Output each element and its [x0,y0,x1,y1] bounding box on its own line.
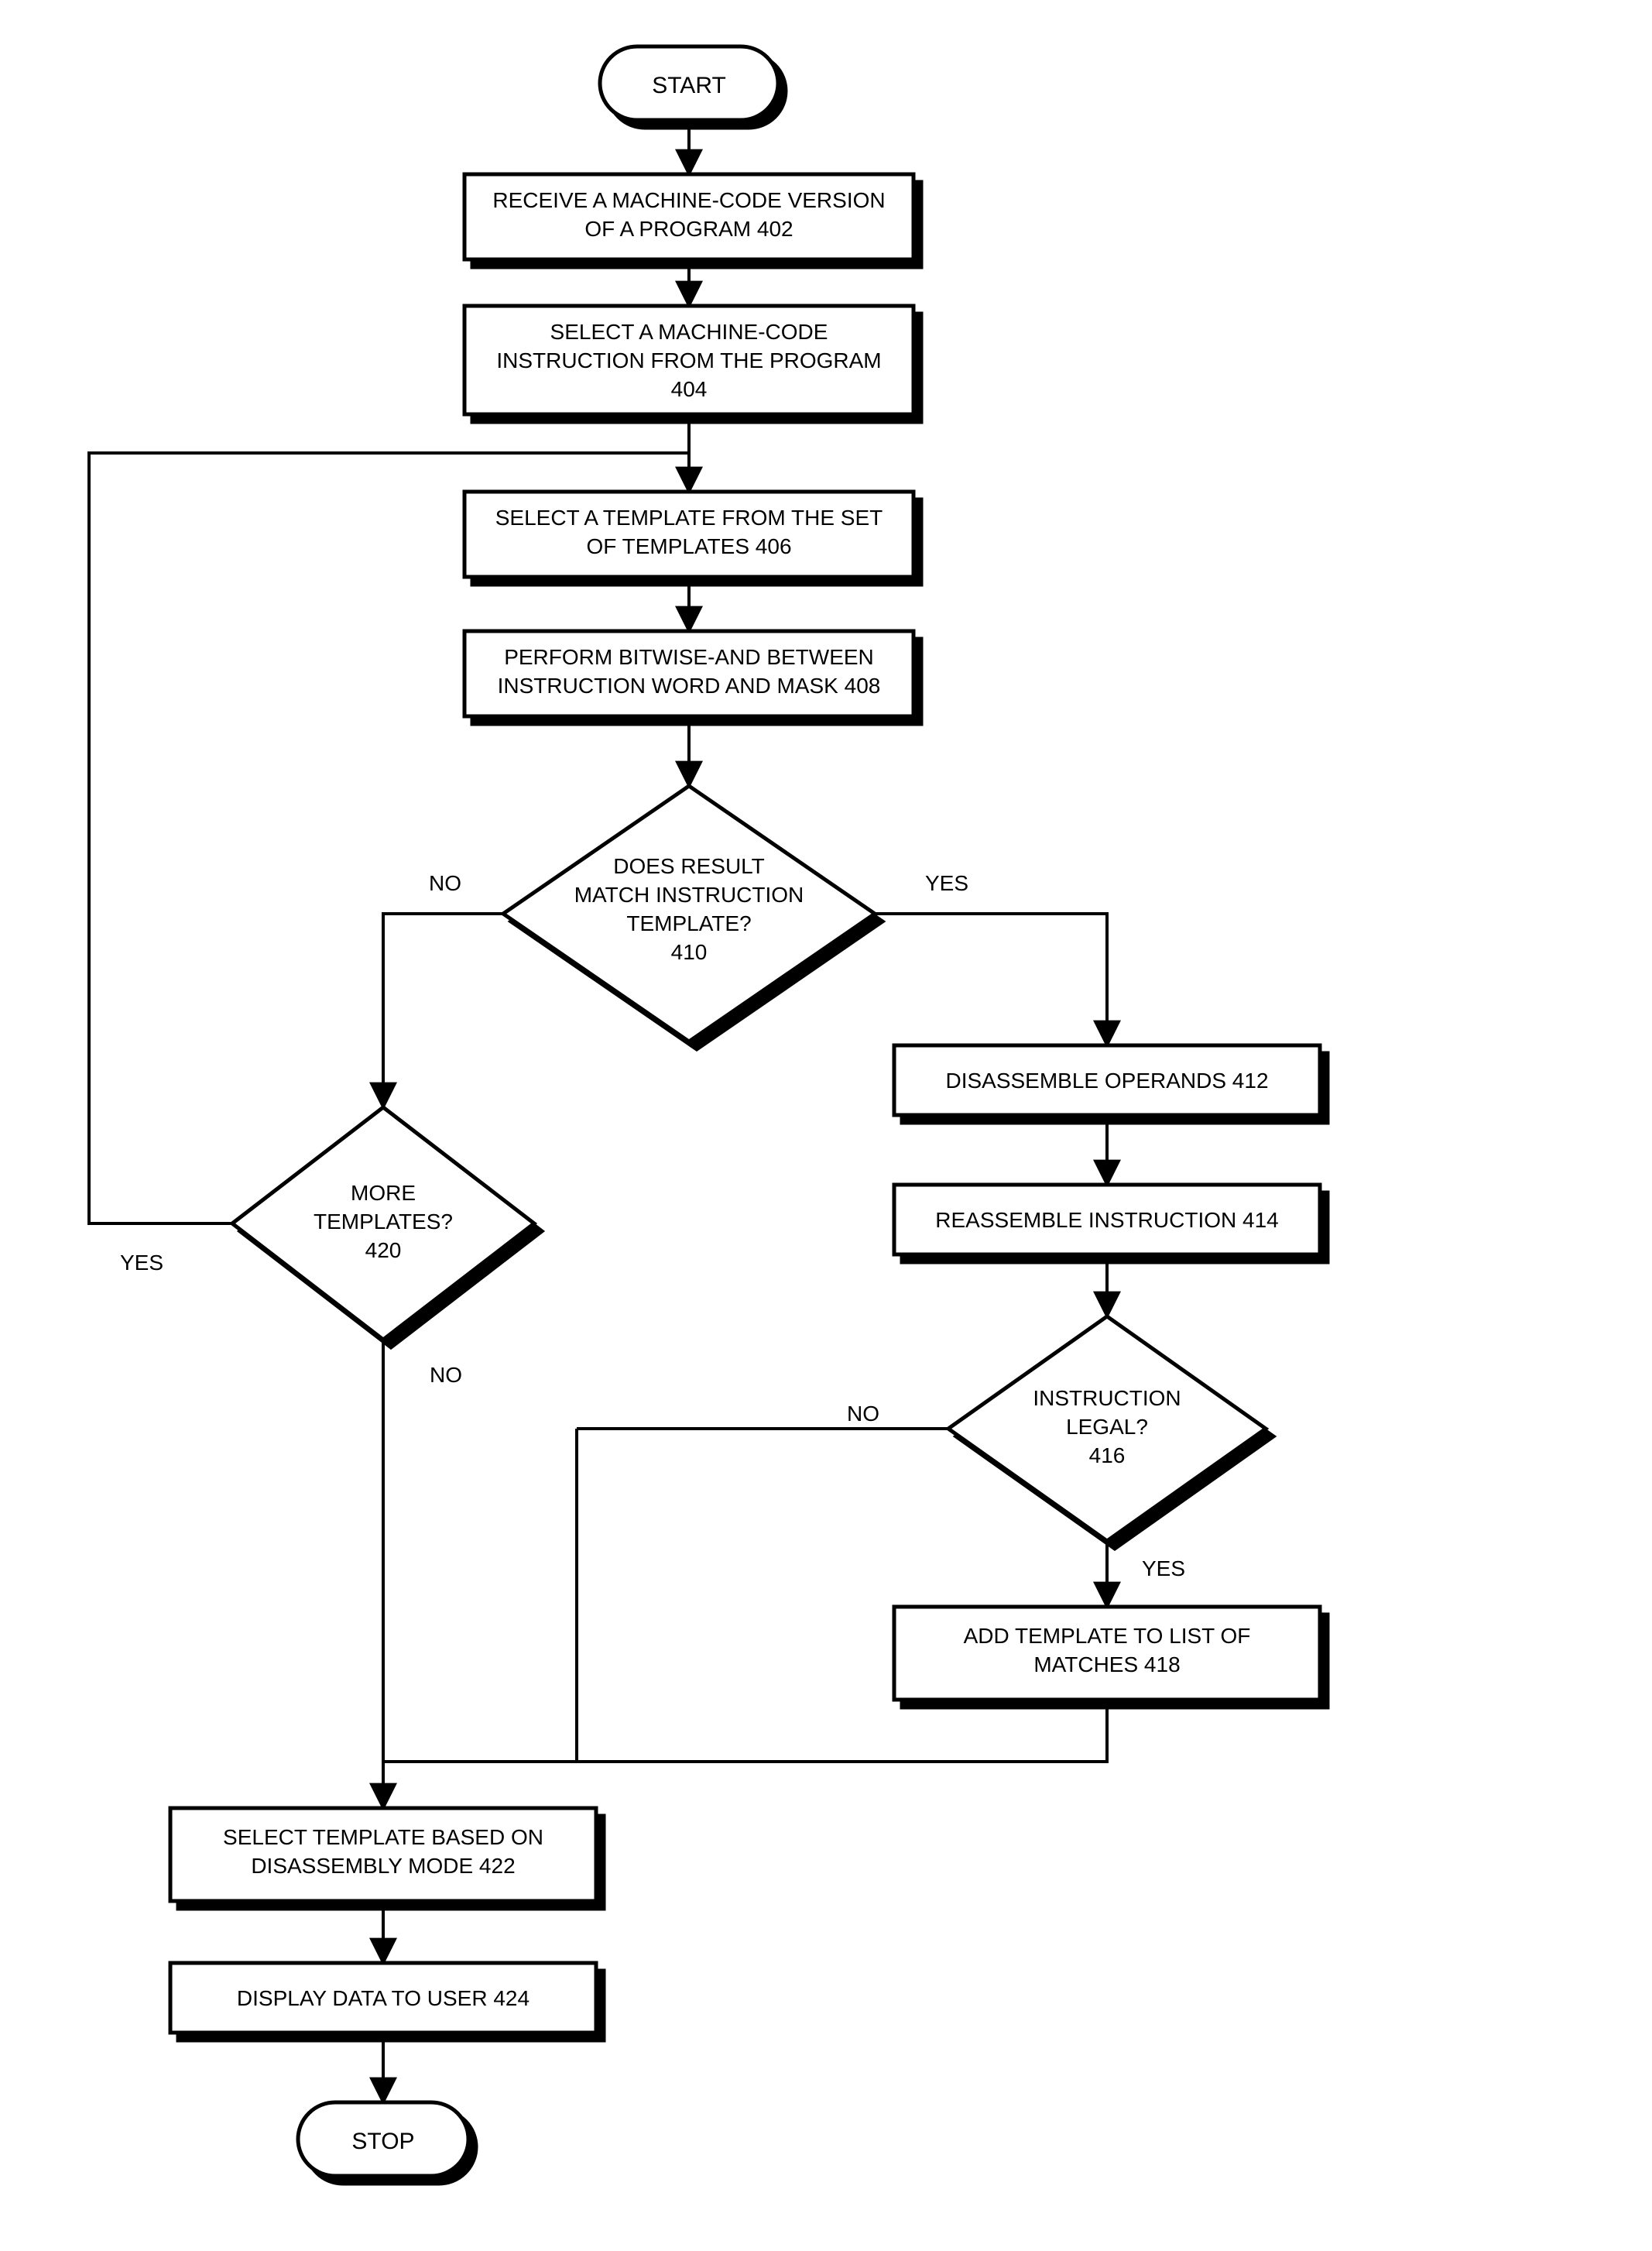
step-406: SELECT A TEMPLATE FROM THE SET OF TEMPLA… [464,492,913,577]
d416-yes-label: YES [1142,1556,1185,1580]
step-422: SELECT TEMPLATE BASED ON DISASSEMBLY MOD… [170,1808,596,1901]
decision-410: DOES RESULT MATCH INSTRUCTION TEMPLATE? … [503,786,875,1041]
svg-text:START: START [652,73,726,98]
svg-text:DISPLAY DATA TO USER 424: DISPLAY DATA TO USER 424 [237,1986,530,2010]
svg-text:INSTRUCTION FROM THE PROGRAM: INSTRUCTION FROM THE PROGRAM [496,348,881,372]
svg-text:416: 416 [1089,1443,1126,1467]
svg-text:MORE: MORE [351,1181,416,1205]
svg-text:ADD TEMPLATE TO LIST OF: ADD TEMPLATE TO LIST OF [964,1624,1251,1648]
svg-text:404: 404 [671,377,708,401]
svg-text:MATCHES 418: MATCHES 418 [1033,1652,1180,1676]
svg-text:STOP: STOP [351,2129,414,2154]
svg-text:DISASSEMBLY MODE 422: DISASSEMBLY MODE 422 [251,1854,515,1878]
d420-no-label: NO [430,1363,462,1387]
svg-text:MATCH INSTRUCTION: MATCH INSTRUCTION [574,883,804,907]
svg-text:PERFORM BITWISE-AND BETWEEN: PERFORM BITWISE-AND BETWEEN [504,645,874,669]
step-404: SELECT A MACHINE-CODE INSTRUCTION FROM T… [464,306,913,414]
svg-text:DOES RESULT: DOES RESULT [613,854,765,878]
step-424: DISPLAY DATA TO USER 424 [170,1963,596,2033]
svg-text:DISASSEMBLE OPERANDS 412: DISASSEMBLE OPERANDS 412 [945,1069,1268,1093]
svg-text:SELECT TEMPLATE BASED ON: SELECT TEMPLATE BASED ON [223,1825,543,1849]
svg-text:LEGAL?: LEGAL? [1066,1415,1148,1439]
svg-text:TEMPLATE?: TEMPLATE? [626,911,751,935]
svg-text:RECEIVE A MACHINE-CODE VERSION: RECEIVE A MACHINE-CODE VERSION [492,188,885,212]
svg-text:OF TEMPLATES 406: OF TEMPLATES 406 [586,534,791,558]
svg-text:SELECT A TEMPLATE FROM THE SET: SELECT A TEMPLATE FROM THE SET [495,506,883,530]
svg-text:INSTRUCTION WORD AND MASK 408: INSTRUCTION WORD AND MASK 408 [498,674,881,698]
d420-yes-label: YES [120,1251,163,1275]
terminator-start: START [600,46,778,120]
step-408: PERFORM BITWISE-AND BETWEEN INSTRUCTION … [464,631,913,716]
svg-text:REASSEMBLE INSTRUCTION 414: REASSEMBLE INSTRUCTION 414 [935,1208,1278,1232]
flowchart-canvas: NO YES NO YES YES NO START RECEIVE A MAC… [0,0,1652,2251]
step-402: RECEIVE A MACHINE-CODE VERSION OF A PROG… [464,174,913,259]
terminator-stop: STOP [298,2102,468,2176]
svg-text:SELECT A MACHINE-CODE: SELECT A MACHINE-CODE [550,320,828,344]
svg-text:420: 420 [365,1238,402,1262]
svg-text:TEMPLATES?: TEMPLATES? [314,1210,453,1234]
step-418: ADD TEMPLATE TO LIST OF MATCHES 418 [894,1607,1320,1700]
svg-text:OF A PROGRAM 402: OF A PROGRAM 402 [584,217,793,241]
decision-420: MORE TEMPLATES? 420 [232,1107,534,1340]
d416-no-label: NO [847,1402,879,1426]
decision-416: INSTRUCTION LEGAL? 416 [948,1316,1266,1541]
step-414: REASSEMBLE INSTRUCTION 414 [894,1185,1320,1254]
d410-yes-label: YES [925,871,968,895]
step-412: DISASSEMBLE OPERANDS 412 [894,1045,1320,1115]
d410-no-label: NO [429,871,461,895]
svg-text:410: 410 [671,940,708,964]
svg-text:INSTRUCTION: INSTRUCTION [1033,1386,1181,1410]
